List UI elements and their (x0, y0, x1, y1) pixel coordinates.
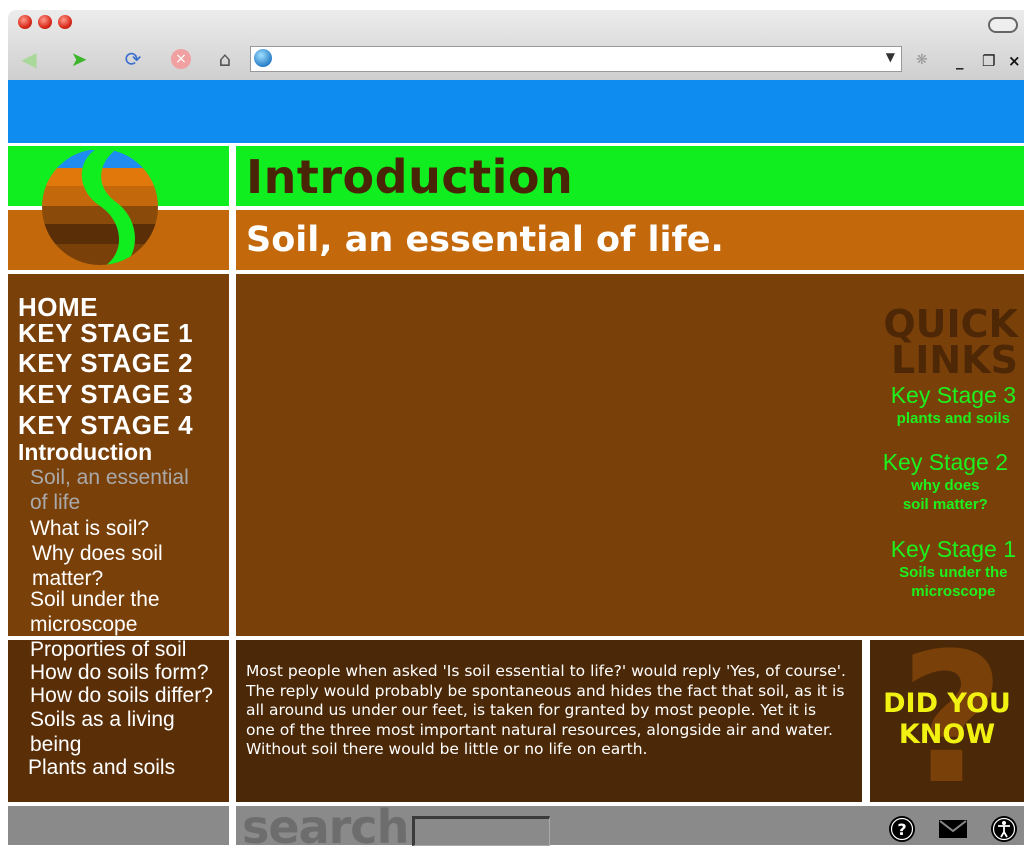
quick-link-ks1[interactable]: Key Stage 1 Soils under the microscope (891, 536, 1016, 601)
intro-paragraph: Most people when asked 'Is soil essentia… (246, 662, 846, 758)
nav-item-soils-living-being-line2[interactable]: being (30, 733, 81, 757)
nav-key-stage-4[interactable]: KEY STAGE 4 (18, 410, 193, 441)
help-icon[interactable]: ? (888, 815, 916, 843)
did-you-know-line2[interactable]: KNOW (870, 719, 1024, 750)
search-input[interactable] (412, 816, 550, 846)
nav-key-stage-3[interactable]: KEY STAGE 3 (18, 379, 193, 410)
quick-links-heading-line2: LINKS (891, 338, 1018, 382)
close-window-icon[interactable] (18, 15, 32, 29)
quick-link-topic[interactable]: why does (883, 476, 1008, 495)
nav-key-stage-2[interactable]: KEY STAGE 2 (18, 348, 193, 379)
quick-link-stage[interactable]: Key Stage 2 (883, 449, 1008, 476)
quick-link-ks3[interactable]: Key Stage 3 plants and soils (891, 382, 1016, 428)
close-button[interactable]: × (1008, 52, 1021, 70)
refresh-icon[interactable]: ⟳ (120, 46, 146, 72)
zoom-window-icon[interactable] (58, 15, 72, 29)
restore-button[interactable]: ❐ (982, 52, 995, 70)
forward-arrow-icon[interactable]: ➤ (66, 46, 92, 72)
nav-section-introduction[interactable]: Introduction (18, 439, 152, 466)
minimize-button[interactable]: _ (956, 52, 964, 70)
footer-left (8, 806, 229, 845)
top-banner (8, 80, 1024, 143)
did-you-know-line1[interactable]: DID YOU (870, 688, 1024, 719)
quick-link-topic[interactable]: Soils under the (891, 563, 1016, 582)
quick-link-topic-line2[interactable]: soil matter? (883, 495, 1008, 514)
home-icon[interactable]: ⌂ (212, 46, 238, 72)
globe-icon (254, 49, 272, 67)
nav-item-how-soils-differ[interactable]: How do soils differ? (30, 684, 213, 708)
page-subtitle: Soil, an essential of life. (246, 220, 724, 260)
stop-icon[interactable]: × (168, 46, 194, 72)
nav-item-how-soils-form[interactable]: How do soils form? (30, 661, 209, 685)
accessibility-icon[interactable] (990, 815, 1018, 843)
address-bar[interactable]: ▼ (250, 46, 902, 72)
quick-links-heading-line1: QUICK (883, 302, 1018, 346)
browser-window-chrome: ◀ ➤ ⟳ × ⌂ ▼ ❋ _ ❐ × (8, 10, 1024, 80)
nav-item-what-is-soil[interactable]: What is soil? (30, 517, 149, 541)
search-label: search (242, 800, 409, 854)
quick-link-topic-line2[interactable]: microscope (891, 582, 1016, 601)
quick-link-topic[interactable]: plants and soils (891, 409, 1016, 428)
nav-item-soil-microscope[interactable]: Soil under the (30, 588, 160, 612)
address-dropdown-icon[interactable]: ▼ (886, 50, 895, 64)
svg-text:?: ? (897, 820, 906, 839)
nav-item-plants-and-soils[interactable]: Plants and soils (28, 756, 175, 780)
browser-toolbar: ◀ ➤ ⟳ × ⌂ ▼ ❋ _ ❐ × (8, 40, 1024, 80)
mail-icon[interactable] (938, 815, 968, 843)
page-title: Introduction (246, 150, 574, 204)
toolbar-toggle-button[interactable] (988, 17, 1018, 33)
nav-item-why-soil-matters[interactable]: Why does soil (32, 542, 163, 566)
quick-links-heading: QUICK LINKS (883, 302, 1018, 382)
quick-link-stage[interactable]: Key Stage 3 (891, 382, 1016, 409)
nav-item-soil-essential[interactable]: Soil, an essential (30, 466, 189, 490)
quick-link-stage[interactable]: Key Stage 1 (891, 536, 1016, 563)
nav-key-stage-1[interactable]: KEY STAGE 1 (18, 318, 193, 349)
nav-item-soils-living-being[interactable]: Soils as a living (30, 708, 175, 732)
quick-link-ks2[interactable]: Key Stage 2 why does soil matter? (883, 449, 1008, 514)
nav-item-soil-microscope-line2[interactable]: microscope (30, 613, 137, 637)
back-arrow-icon[interactable]: ◀ (16, 46, 42, 72)
did-you-know-label[interactable]: DID YOU KNOW (870, 688, 1024, 750)
minimize-window-icon[interactable] (38, 15, 52, 29)
loading-spinner-icon: ❋ (916, 52, 928, 68)
nav-item-properties-of-soil[interactable]: Proporties of soil (30, 638, 186, 662)
nav-item-soil-essential-line2[interactable]: of life (30, 491, 80, 515)
soil-logo-icon[interactable] (38, 150, 168, 265)
